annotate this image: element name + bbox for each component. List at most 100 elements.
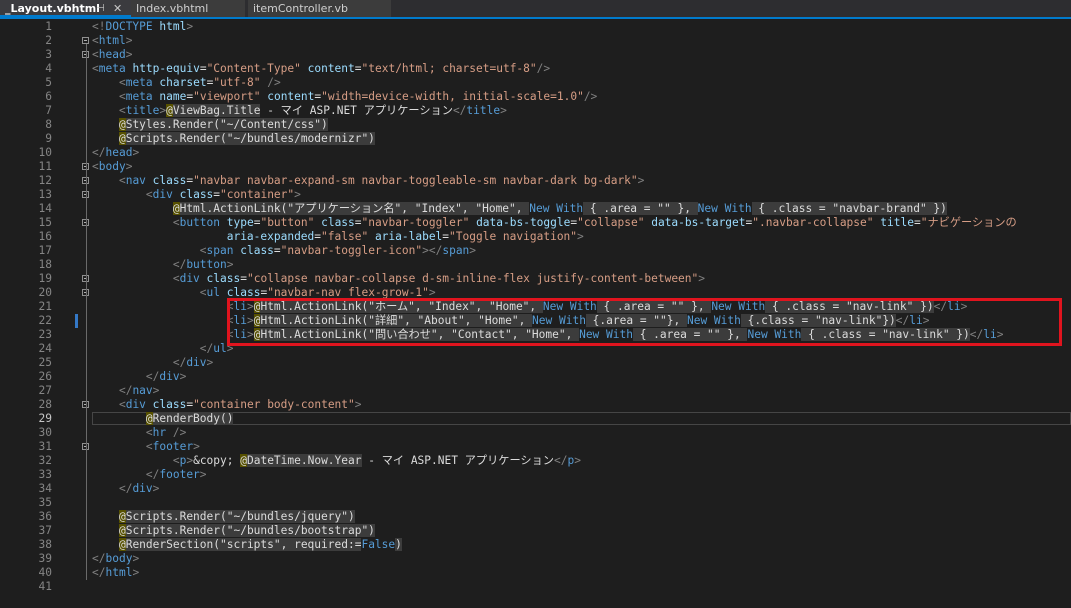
tab-label: Index.vbhtml [136,2,209,15]
code-text: <meta name="viewport" content="width=dev… [118,90,598,103]
line-number: 25 [38,356,52,369]
code-line[interactable]: 12 <nav class="navbar navbar-expand-sm n… [0,174,1071,188]
code-line[interactable]: 33 </footer> [0,468,1071,482]
code-line[interactable]: 14 @Html.ActionLink("アプリケーション名", "Index"… [0,202,1071,216]
code-line[interactable]: 6 <meta name="viewport" content="width=d… [0,90,1071,104]
current-line-highlight [92,412,1071,425]
line-number: 27 [38,384,52,397]
code-line[interactable]: 1 <!DOCTYPE html> [0,20,1071,34]
code-line[interactable]: 29 @RenderBody() [0,412,1071,426]
line-number: 16 [38,230,52,243]
code-line[interactable]: 13 <div class="container"> [0,188,1071,202]
code-line[interactable]: 9 @Scripts.Render("~/bundles/modernizr") [0,132,1071,146]
line-number: 26 [38,370,52,383]
line-number: 14 [38,202,52,215]
code-text: <div class="container body-content"> [118,398,362,411]
code-line[interactable]: 16 aria-expanded="false" aria-label="Tog… [0,230,1071,244]
code-line[interactable]: 7 <title>@ViewBag.Title - マイ ASP.NET アプリ… [0,104,1071,118]
code-text: </head> [92,146,140,159]
tab-layout-vbhtml[interactable]: _Layout.vbhtml ⊣ ✕ [0,0,131,17]
code-text: <meta http-equiv="Content-Type" content=… [92,62,551,75]
code-line[interactable]: 30 <hr /> [0,426,1071,440]
line-number: 23 [38,328,52,341]
line-number: 19 [38,272,52,285]
line-number: 17 [38,244,52,257]
tab-itemcontroller-vb[interactable]: itemController.vb [248,0,391,17]
code-text: @Html.ActionLink("アプリケーション名", "Index", "… [172,202,947,215]
line-number: 37 [38,524,52,537]
line-number: 18 [38,258,52,271]
code-line[interactable]: 41 [0,580,1071,594]
code-text: <head> [92,48,133,61]
code-text: <div class="collapse navbar-collapse d-s… [172,272,706,285]
line-number: 31 [38,440,52,453]
line-number: 29 [38,412,52,425]
line-number: 40 [38,566,52,579]
code-line[interactable]: 4 <meta http-equiv="Content-Type" content… [0,62,1071,76]
code-text: </div> [118,482,160,495]
code-text: <title>@ViewBag.Title - マイ ASP.NET アプリケー… [118,104,507,117]
code-line[interactable]: 39 </body> [0,552,1071,566]
code-text: @Scripts.Render("~/bundles/modernizr") [118,132,375,145]
pin-icon[interactable]: ⊣ [96,0,105,15]
code-text: <hr /> [145,426,187,439]
line-number: 2 [45,34,52,47]
code-line[interactable]: 17 <span class="navbar-toggler-icon"></s… [0,244,1071,258]
line-number: 8 [45,118,52,131]
line-number: 33 [38,468,52,481]
line-number: 35 [38,496,52,509]
code-line[interactable]: 37 @Scripts.Render("~/bundles/bootstrap"… [0,524,1071,538]
line-number: 6 [45,90,52,103]
line-number: 10 [38,146,52,159]
code-text: <meta charset="utf-8" /> [118,76,281,89]
code-line[interactable]: 5 <meta charset="utf-8" /> [0,76,1071,90]
code-text: <span class="navbar-toggler-icon"></span… [199,244,477,257]
code-line[interactable]: 10 </head> [0,146,1071,160]
line-number: 38 [38,538,52,551]
code-text: <html> [92,34,133,47]
line-number: 13 [38,188,52,201]
line-number: 15 [38,216,52,229]
line-number: 11 [38,160,52,173]
code-text: @Scripts.Render("~/bundles/bootstrap") [118,524,375,537]
code-text: @RenderSection("scripts", required:=Fals… [118,538,402,551]
code-line[interactable]: 18 </button> [0,258,1071,272]
code-line[interactable]: 36 @Scripts.Render("~/bundles/jquery") [0,510,1071,524]
code-line[interactable]: 2 <html> [0,34,1071,48]
code-text: @Styles.Render("~/Content/css") [118,118,328,131]
code-line[interactable]: 8 @Styles.Render("~/Content/css") [0,118,1071,132]
line-number: 24 [38,342,52,355]
code-text: <!DOCTYPE html> [92,20,194,33]
tab-index-vbhtml[interactable]: Index.vbhtml [131,0,245,17]
line-number: 9 [45,132,52,145]
code-line[interactable]: 32 <p>&copy; @DateTime.Now.Year - マイ ASP… [0,454,1071,468]
code-line[interactable]: 15 <button type="button" class="navbar-t… [0,216,1071,230]
code-line[interactable]: 26 </div> [0,370,1071,384]
code-line[interactable]: 11 <body> [0,160,1071,174]
code-line[interactable]: 27 </nav> [0,384,1071,398]
document-tab-bar: _Layout.vbhtml ⊣ ✕ Index.vbhtml itemCont… [0,0,1071,18]
code-text: <p>&copy; @DateTime.Now.Year - マイ ASP.NE… [172,454,581,467]
line-number: 30 [38,426,52,439]
code-text: <div class="container"> [145,188,301,201]
code-line[interactable]: 28 <div class="container body-content"> [0,398,1071,412]
code-line[interactable]: 25 </div> [0,356,1071,370]
code-text: </div> [145,370,187,383]
close-icon[interactable]: ✕ [113,0,122,15]
code-line[interactable]: 19 <div class="collapse navbar-collapse … [0,272,1071,286]
code-text: @RenderBody() [145,412,234,425]
highlight-annotation-box [227,298,1062,346]
code-line[interactable]: 35 [0,496,1071,510]
tab-label: _Layout.vbhtml [5,2,100,15]
code-text: </ul> [199,342,234,355]
line-number: 12 [38,174,52,187]
collapse-icon[interactable] [82,37,89,44]
code-line[interactable]: 3 <head> [0,48,1071,62]
code-line[interactable]: 38 @RenderSection("scripts", required:=F… [0,538,1071,552]
change-marker [75,314,78,328]
code-line[interactable]: 40 </html> [0,566,1071,580]
line-number: 20 [38,286,52,299]
code-line[interactable]: 31 <footer> [0,440,1071,454]
code-line[interactable]: 34 </div> [0,482,1071,496]
line-number: 36 [38,510,52,523]
